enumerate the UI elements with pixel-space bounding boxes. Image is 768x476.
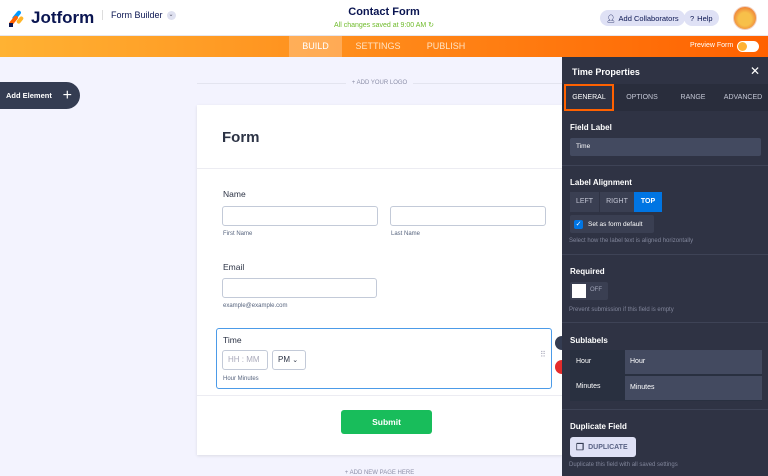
ampm-select[interactable]: PM ⌄: [272, 350, 306, 370]
duplicate-button[interactable]: ❐ DUPLICATE: [570, 437, 636, 457]
checkmark-icon: ✓: [574, 219, 583, 229]
add-collaborators-label: Add Collaborators: [618, 13, 679, 23]
panel-title: Time Properties: [572, 67, 640, 77]
required-heading: Required: [570, 267, 605, 276]
sublabels-heading: Sublabels: [570, 336, 608, 345]
first-name-input[interactable]: [222, 206, 378, 226]
add-logo-label: + ADD YOUR LOGO: [345, 80, 414, 86]
drag-handle-icon[interactable]: ⠿: [540, 351, 546, 359]
plus-icon: +: [62, 86, 72, 104]
chevron-down-icon: ⌄: [166, 10, 176, 20]
top-header: Jotform Form Builder ⌄ Contact Form All c…: [0, 0, 768, 36]
name-label: Name: [223, 189, 246, 199]
refresh-icon: ↻: [428, 22, 435, 29]
field-label-input[interactable]: Time: [570, 138, 761, 156]
divider: [562, 409, 768, 410]
time-sublabel: Hour Minutes: [223, 376, 259, 382]
preview-form-toggle[interactable]: [737, 41, 759, 52]
minutes-sublabel-input[interactable]: Minutes: [625, 376, 762, 400]
avatar[interactable]: [733, 6, 757, 30]
chevron-down-icon: ⌄: [292, 357, 299, 364]
label-alignment-heading: Label Alignment: [570, 178, 632, 187]
time-field[interactable]: Time HH : MM PM ⌄ Hour Minutes ⠿: [216, 328, 552, 389]
align-left-button[interactable]: LEFT: [570, 192, 599, 212]
sublabel-name: Minutes: [576, 383, 601, 390]
form-builder-dropdown[interactable]: Form Builder ⌄: [102, 10, 176, 20]
close-icon[interactable]: ✕: [750, 64, 760, 78]
time-label: Time: [223, 335, 242, 345]
preview-form-label: Preview Form: [690, 42, 734, 49]
email-input[interactable]: [222, 278, 377, 298]
panel-tabs: GENERAL OPTIONS RANGE ADVANCED: [562, 84, 768, 111]
duplicate-label: DUPLICATE: [588, 443, 628, 451]
tab-build[interactable]: BUILD: [289, 36, 342, 57]
sublabels-table: Hour Hour Minutes Minutes: [570, 350, 762, 401]
divider: [562, 165, 768, 166]
duplicate-heading: Duplicate Field: [570, 422, 627, 431]
tab-options[interactable]: OPTIONS: [617, 84, 667, 111]
jotform-logo[interactable]: Jotform: [9, 8, 94, 28]
add-element-label: Add Element: [6, 91, 52, 100]
sublabel-name: Hour: [576, 358, 592, 365]
add-element-button[interactable]: Add Element +: [0, 82, 80, 109]
help-icon: ?: [690, 13, 695, 23]
user-icon: 👤︎: [606, 13, 616, 23]
toggle-state: OFF: [590, 287, 602, 293]
first-name-sublabel: First Name: [223, 231, 253, 237]
divider: [562, 322, 768, 323]
add-logo-link[interactable]: + ADD YOUR LOGO: [197, 80, 562, 86]
save-status-text: All changes saved at 9:00 AM: [333, 22, 427, 29]
alignment-help: Select how the label text is aligned hor…: [569, 238, 694, 244]
required-toggle[interactable]: OFF: [570, 282, 608, 300]
tab-advanced[interactable]: ADVANCED: [718, 84, 768, 111]
add-collaborators-button[interactable]: 👤︎ Add Collaborators: [600, 10, 685, 26]
help-button[interactable]: ? Help: [684, 10, 719, 26]
copy-icon: ❐: [576, 441, 585, 452]
last-name-input[interactable]: [390, 206, 546, 226]
divider: [197, 395, 562, 396]
brand-name: Jotform: [31, 8, 95, 27]
builder-nav: BUILD SETTINGS PUBLISH Preview Form: [0, 36, 768, 57]
time-input[interactable]: HH : MM: [222, 350, 268, 370]
help-label: Help: [697, 13, 713, 23]
divider: [197, 168, 562, 169]
align-top-button[interactable]: TOP: [634, 192, 662, 212]
form-card: Form Name First Name Last Name Email exa…: [197, 105, 562, 455]
tab-settings[interactable]: SETTINGS: [346, 36, 410, 57]
ampm-value: PM: [278, 355, 290, 364]
tab-publish[interactable]: PUBLISH: [418, 36, 474, 57]
duplicate-help: Duplicate this field with all saved sett…: [569, 462, 678, 468]
divider: [562, 254, 768, 255]
set-form-default-label: Set as form default: [588, 220, 643, 228]
submit-button[interactable]: Submit: [341, 410, 432, 434]
add-new-page-link[interactable]: + ADD NEW PAGE HERE: [197, 470, 562, 476]
tab-general[interactable]: GENERAL: [564, 84, 614, 111]
required-help: Prevent submission if this field is empt…: [569, 307, 674, 313]
email-label: Email: [223, 262, 245, 272]
jotform-logo-icon: [9, 10, 24, 27]
field-label-heading: Field Label: [570, 123, 612, 132]
toggle-knob: [572, 284, 586, 298]
form-heading[interactable]: Form: [222, 129, 260, 146]
align-right-button[interactable]: RIGHT: [600, 192, 634, 212]
email-sublabel: example@example.com: [223, 303, 288, 309]
hour-sublabel-input[interactable]: Hour: [625, 350, 762, 374]
product-label: Form Builder: [111, 10, 163, 20]
tab-range[interactable]: RANGE: [668, 84, 718, 111]
last-name-sublabel: Last Name: [391, 231, 421, 237]
set-form-default-checkbox[interactable]: ✓ Set as form default: [570, 215, 654, 233]
properties-panel: Time Properties ✕ GENERAL OPTIONS RANGE …: [562, 57, 768, 476]
